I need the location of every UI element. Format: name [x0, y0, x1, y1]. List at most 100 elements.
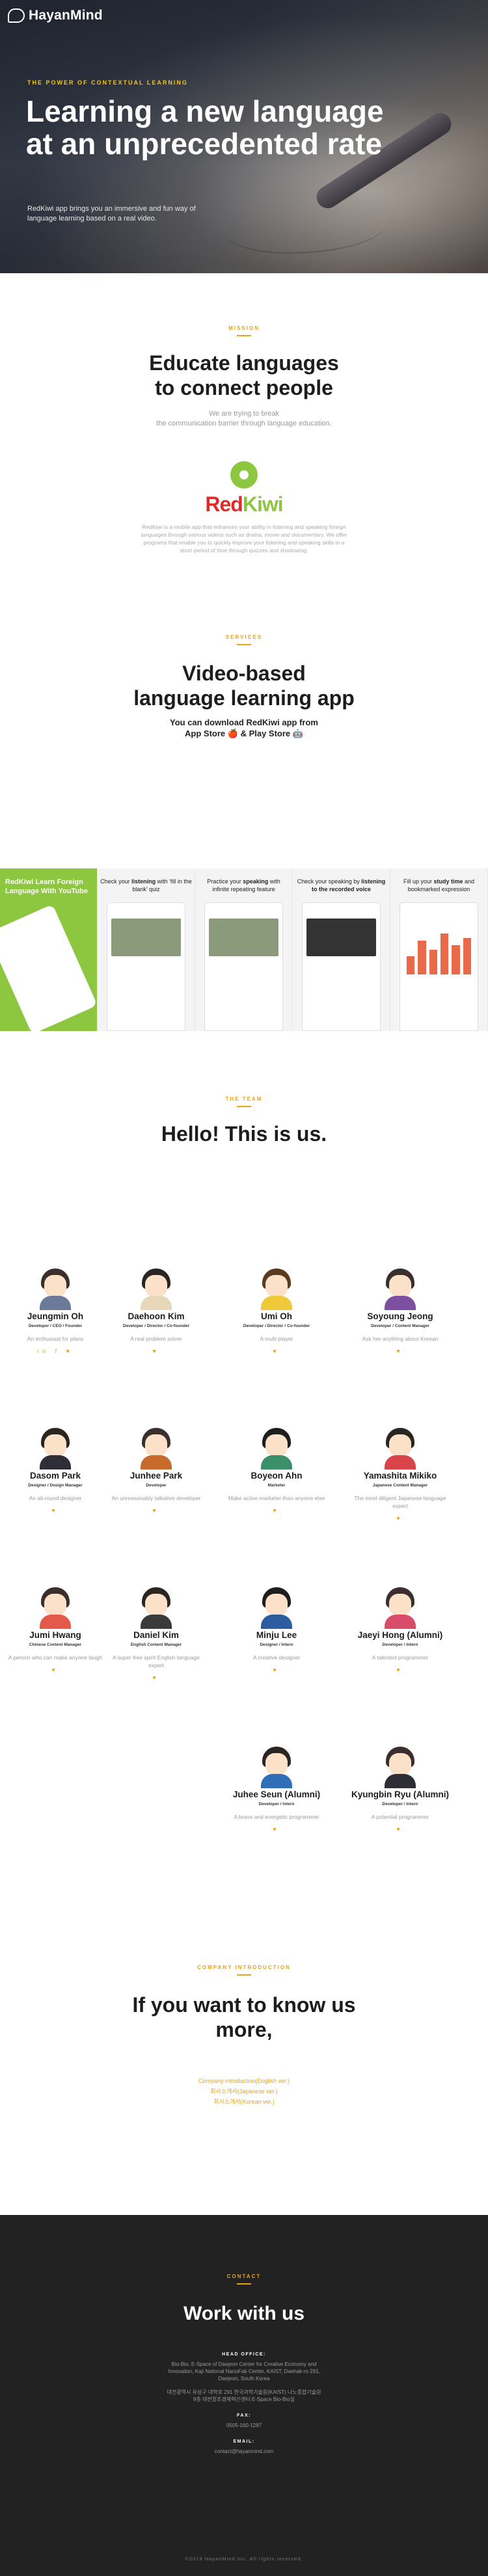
company-section: COMPANY INTRODUCTION If you want to know… — [0, 1965, 488, 2215]
speech-bubble-icon — [8, 8, 25, 23]
social-icons[interactable]: ♥ — [107, 1348, 205, 1354]
company-link-korean[interactable]: 회사소개서(Korean ver.) — [0, 2097, 488, 2107]
member-role: Developer / Intern — [382, 1643, 418, 1647]
screenshot-caption: Check your listening with 'fill in the b… — [100, 878, 192, 892]
member-bio: Ask her anything about Korean — [362, 1335, 439, 1342]
member-role: Marketer — [267, 1483, 286, 1488]
screenshot-speaking[interactable]: Practice your speaking with infinite rep… — [195, 868, 293, 1031]
member-name: Daniel Kim — [133, 1630, 179, 1640]
member-role: Developer / Content Manager — [371, 1324, 429, 1328]
screenshot-caption: Practice your speaking with infinite rep… — [207, 878, 280, 892]
social-icons[interactable]: ♥ — [228, 1826, 325, 1832]
member-bio: A super free spirit English language exp… — [113, 1654, 200, 1669]
avatar-illustration — [383, 1268, 417, 1310]
member-name: Jumi Hwang — [29, 1630, 81, 1640]
member-name: Jeungmin Oh — [27, 1311, 84, 1321]
redkiwi-logo[interactable]: RedKiwi — [198, 461, 290, 517]
member-bio: A multi player — [260, 1335, 293, 1342]
social-icons[interactable]: ♥ — [351, 1667, 449, 1673]
mission-tagline: We are trying to break the communication… — [0, 409, 488, 429]
member-role: Designer / Intern — [260, 1643, 293, 1647]
wordmark-green: Kiwi — [242, 492, 284, 516]
member-name: Juhee Seun (Alumni) — [232, 1790, 321, 1799]
team-member-card: Jumi Hwang Chinese Content Manager A perso… — [7, 1587, 104, 1673]
social-icons[interactable]: ♥ — [228, 1348, 325, 1354]
company-title: If you want to know us more, — [0, 1992, 488, 2042]
member-role: Japanese Content Manager — [372, 1483, 428, 1488]
member-name: Minju Lee — [256, 1630, 297, 1640]
app-screenshots-strip: RedKiwi Learn Foreign Language With YouT… — [0, 868, 488, 1031]
member-name: Soyoung Jeong — [367, 1311, 433, 1321]
company-links: Company introduction(English ver.) 회사소개서… — [0, 2076, 488, 2107]
phone-mockup — [0, 904, 97, 1031]
social-icons[interactable]: ♥ — [228, 1667, 325, 1673]
member-bio: A talented programmer — [372, 1654, 429, 1661]
team-member-card: Soyoung Jeong Developer / Content Manager… — [351, 1268, 449, 1354]
screenshot-caption: Check your speaking by listening to the … — [297, 878, 386, 892]
screenshot-intro[interactable]: RedKiwi Learn Foreign Language With YouT… — [0, 868, 98, 1031]
screenshot-recording[interactable]: Check your speaking by listening to the … — [293, 868, 390, 1031]
social-icons[interactable]: ♥ — [7, 1667, 104, 1673]
mission-title-line1: Educate languages — [149, 351, 339, 375]
brand-name: HayanMind — [29, 8, 103, 23]
member-role: Chinese Content Manager — [29, 1643, 82, 1647]
member-name: Dasom Park — [29, 1471, 81, 1481]
social-icons[interactable]: ♥ — [351, 1515, 449, 1522]
page: HayanMind THE POWER OF CONTEXTUAL LEARNI… — [0, 0, 488, 2576]
hero-subtitle: RedKiwi app brings you an immersive and … — [27, 205, 196, 222]
company-link-english[interactable]: Company introduction(English ver.) — [0, 2076, 488, 2086]
redkiwi-description: RedKiwi is a mobile app that enhances yo… — [141, 524, 347, 554]
contact-title: Work with us — [183, 2303, 305, 2324]
avatar-illustration — [139, 1587, 173, 1629]
hero-title-line2: at an unprecedented rate — [26, 127, 383, 161]
social-icons[interactable]: in f ♥ — [7, 1348, 104, 1354]
team-member-card: Junhee Park Developer An unreasonably talk… — [107, 1428, 205, 1514]
member-role: English Content Manager — [130, 1643, 182, 1647]
avatar-illustration — [383, 1747, 417, 1788]
member-role: Developer / Director / Co-founder — [122, 1324, 190, 1328]
social-icons[interactable]: ♥ — [7, 1507, 104, 1514]
social-icons[interactable]: ♥ — [107, 1674, 205, 1681]
services-title-line2: language learning app — [133, 686, 355, 710]
social-icons[interactable]: ♥ — [351, 1348, 449, 1354]
avatar-illustration — [38, 1428, 72, 1469]
team-member-card: Minju Lee Designer / Intern A creative des… — [228, 1587, 325, 1673]
member-bio: A potential programmer — [371, 1814, 429, 1820]
team-heading: THE TEAM Hello! This is us. — [0, 1096, 488, 1146]
team-member-card: Dasom Park Designer / Design Manager An al… — [7, 1428, 104, 1514]
member-bio: Make active marketer than anyone else — [228, 1495, 325, 1501]
phone-mockup — [107, 902, 185, 1031]
member-name: Jaeyi Hong (Alumni) — [357, 1630, 443, 1640]
screenshot-listening[interactable]: Check your listening with 'fill in the b… — [98, 868, 195, 1031]
mission-label: MISSION — [0, 325, 488, 336]
member-name: Junhee Park — [129, 1471, 183, 1481]
download-info: You can download RedKiwi app from App St… — [0, 717, 488, 739]
email-value[interactable]: contact@hayanmind.com — [166, 2448, 322, 2455]
email-key: EMAIL: — [233, 2439, 255, 2444]
member-bio: An enthusiast for plans — [27, 1335, 84, 1342]
team-label: THE TEAM — [0, 1096, 488, 1107]
team-member-card: Jaeyi Hong (Alumni) Developer / Intern A t… — [351, 1587, 449, 1673]
avatar-illustration — [383, 1587, 417, 1629]
social-icons[interactable]: ♥ — [351, 1826, 449, 1832]
hero-title: Learning a new language at an unpreceden… — [26, 95, 384, 160]
phone-mockup — [204, 902, 283, 1031]
phone-mockup — [400, 902, 478, 1031]
company-link-japanese[interactable]: 회사소개서(Japanese ver.) — [0, 2086, 488, 2097]
avatar-illustration — [38, 1587, 72, 1629]
social-icons[interactable]: ♥ — [228, 1507, 325, 1514]
screenshot-study-time[interactable]: Fill up your study time and bookmarked e… — [390, 868, 488, 1031]
head-office-key: HEAD OFFICE: — [222, 2352, 266, 2357]
member-role: Designer / Design Manager — [28, 1483, 83, 1488]
avatar-illustration — [260, 1428, 293, 1469]
hero-section: HayanMind THE POWER OF CONTEXTUAL LEARNI… — [0, 0, 488, 273]
brand-logo[interactable]: HayanMind — [8, 8, 103, 23]
member-role: Developer — [146, 1483, 167, 1488]
mission-tagline-line1: We are trying to break — [208, 410, 279, 418]
social-icons[interactable]: ♥ — [107, 1507, 205, 1514]
member-bio: The most diligent Japanese language expe… — [354, 1495, 446, 1509]
member-name: Daehoon Kim — [128, 1311, 185, 1321]
team-member-card: Juhee Seun (Alumni) Developer / Intern A b… — [228, 1747, 325, 1832]
member-bio: An unreasonably talkative developer — [111, 1495, 201, 1501]
member-bio: A creative designer — [252, 1654, 301, 1661]
